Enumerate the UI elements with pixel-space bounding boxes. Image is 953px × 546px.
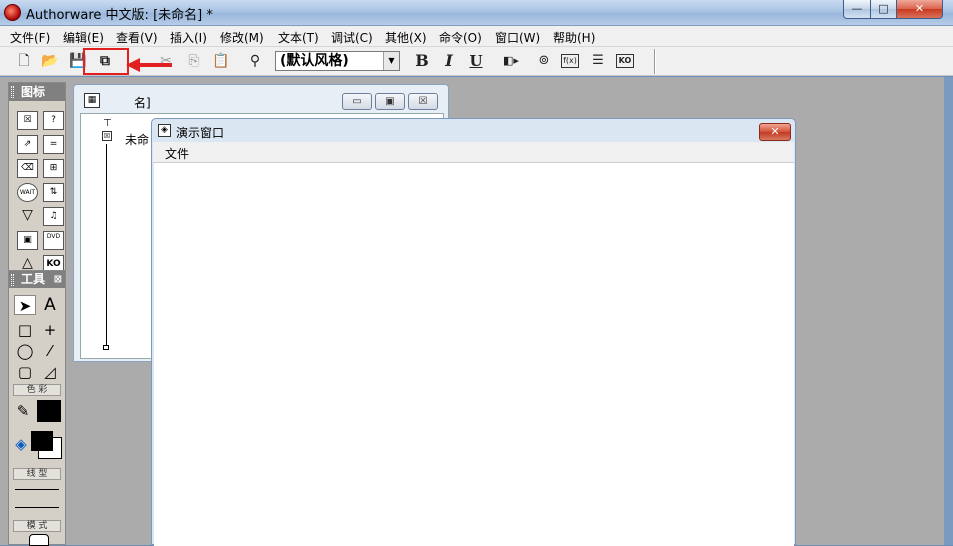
chevron-down-icon[interactable]: ▼ (383, 52, 399, 70)
menu-debug[interactable]: 调试(C) (331, 29, 373, 46)
menu-view[interactable]: 查看(V) (116, 29, 158, 46)
pen-color-icon[interactable]: ✎ (12, 401, 34, 421)
flow-maximize-button[interactable]: ▣ (375, 93, 405, 110)
line-style-thin[interactable] (15, 489, 59, 490)
dvd-icon[interactable]: DVD (43, 231, 64, 250)
mode-icon[interactable] (29, 534, 49, 546)
polygon-tool-icon[interactable]: ◿ (39, 362, 61, 382)
flowline (106, 144, 107, 347)
stroke-color-swatch[interactable] (37, 400, 61, 422)
red-arrow-icon (126, 58, 172, 72)
interaction-icon[interactable]: ? (43, 111, 64, 130)
grip-icon[interactable] (11, 86, 14, 98)
calculation-icon[interactable]: = (43, 135, 64, 154)
presentation-window: ◈ 演示窗口 ✕ 文件 (151, 118, 796, 546)
authorware-app-icon[interactable] (4, 4, 21, 21)
restart-icon[interactable]: ◧▸ (501, 51, 521, 71)
presentation-menu-bar: 文件 (153, 142, 794, 163)
copy-icon[interactable]: ⎘ (184, 51, 204, 71)
knowledge-objects-icon[interactable]: KO (616, 54, 634, 68)
paste-icon[interactable]: 📋 (211, 51, 231, 71)
motion-icon[interactable]: ⇗ (17, 135, 38, 154)
tool-palette-title: 工具 ⊠ (9, 271, 65, 288)
framework-icon[interactable]: ⊞ (43, 159, 64, 178)
color-section-label: 色 彩 (13, 384, 61, 396)
line-tool-icon[interactable]: + (39, 320, 61, 340)
menu-insert[interactable]: 插入(I) (170, 29, 207, 46)
flow-window-title: 名] (134, 96, 151, 110)
fill-bucket-icon[interactable]: ◈ (10, 434, 32, 454)
run-icon[interactable]: ⊚ (534, 51, 554, 71)
flow-minimize-button[interactable]: ▭ (342, 93, 372, 110)
rectangle-tool-icon[interactable]: □ (14, 320, 36, 340)
menu-modify[interactable]: 修改(M) (220, 29, 264, 46)
rounded-rect-tool-icon[interactable]: ▢ (14, 362, 36, 382)
find-icon[interactable]: ⚲ (245, 51, 265, 71)
menu-edit[interactable]: 编辑(E) (63, 29, 104, 46)
close-icon[interactable]: ⊠ (54, 271, 62, 288)
icon-palette: 图标 ☒ ? ⇗ = ⌫ ⊞ WAIT ⇅ ▽ ♫ ▣ DVD △ KO (8, 82, 66, 274)
erase-icon[interactable]: ⌫ (17, 159, 38, 178)
italic-button[interactable]: I (439, 51, 459, 71)
menu-bar: 文件(F) 编辑(E) 查看(V) 插入(I) 修改(M) 文本(T) 调试(C… (0, 26, 953, 47)
flow-item-label[interactable]: 未命 (125, 131, 149, 148)
pointer-tool-icon[interactable]: ➤ (14, 295, 36, 315)
presentation-menu-file[interactable]: 文件 (165, 145, 189, 162)
presentation-stage[interactable] (154, 163, 794, 546)
icon-palette-title: 图标 (9, 83, 65, 101)
grip-icon[interactable] (11, 274, 14, 286)
tool-palette: 工具 ⊠ ➤ A □ + ◯ ⁄ ▢ ◿ 色 彩 ✎ ◈ 线 型 模 式 (8, 270, 66, 546)
underline-button[interactable]: U (466, 51, 486, 71)
open-folder-icon[interactable]: 📂 (40, 51, 60, 71)
display-icon[interactable]: ☒ (102, 131, 112, 141)
functions-icon[interactable]: f(x) (561, 54, 579, 68)
map-icon[interactable]: ▣ (17, 231, 38, 250)
presentation-window-icon: ◈ (158, 124, 171, 137)
close-button[interactable]: ✕ (896, 0, 943, 19)
toolbar-separator (654, 49, 656, 74)
presentation-window-title: 演示窗口 (176, 126, 225, 140)
menu-help[interactable]: 帮助(H) (553, 29, 595, 46)
navigate-icon[interactable]: ⇅ (43, 183, 64, 202)
ellipse-tool-icon[interactable]: ◯ (14, 341, 36, 361)
wait-icon[interactable]: WAIT (17, 183, 38, 202)
flow-start-icon: ⊤ (103, 118, 112, 129)
menu-window[interactable]: 窗口(W) (495, 29, 540, 46)
line-section-label: 线 型 (13, 468, 61, 480)
text-tool-icon[interactable]: A (39, 295, 61, 315)
title-bar: Authorware 中文版: [未命名] * — □ ✕ (0, 0, 953, 26)
new-file-icon[interactable]: 🗋 (14, 51, 34, 71)
menu-file[interactable]: 文件(F) (10, 29, 50, 46)
mode-section-label: 模 式 (13, 520, 61, 532)
presentation-close-button[interactable]: ✕ (759, 123, 791, 141)
flowline-window-icon: ▦ (84, 93, 100, 108)
diagonal-line-tool-icon[interactable]: ⁄ (39, 341, 61, 361)
desktop-edge (944, 77, 953, 545)
line-style-medium[interactable] (15, 507, 59, 508)
menu-command[interactable]: 命令(O) (439, 29, 482, 46)
variables-icon[interactable]: ☰ (588, 51, 608, 71)
tool-palette-title-text: 工具 (21, 272, 46, 286)
bold-button[interactable]: B (412, 51, 432, 71)
menu-other[interactable]: 其他(X) (385, 29, 427, 46)
decision-icon[interactable]: ▽ (17, 207, 38, 226)
flow-close-button[interactable]: ☒ (408, 93, 438, 110)
sound-icon[interactable]: ♫ (43, 207, 64, 226)
flow-end-marker (103, 345, 109, 350)
foreground-color-swatch[interactable] (31, 431, 53, 451)
icon-palette-title-text: 图标 (21, 85, 46, 99)
maximize-button[interactable]: □ (870, 0, 897, 19)
style-dropdown-value: (默认风格) (280, 53, 349, 69)
minimize-button[interactable]: — (843, 0, 871, 19)
style-dropdown[interactable]: (默认风格) ▼ (275, 51, 400, 71)
display-icon[interactable]: ☒ (17, 111, 38, 130)
menu-text[interactable]: 文本(T) (278, 29, 319, 46)
window-title: Authorware 中文版: [未命名] * (26, 8, 213, 23)
